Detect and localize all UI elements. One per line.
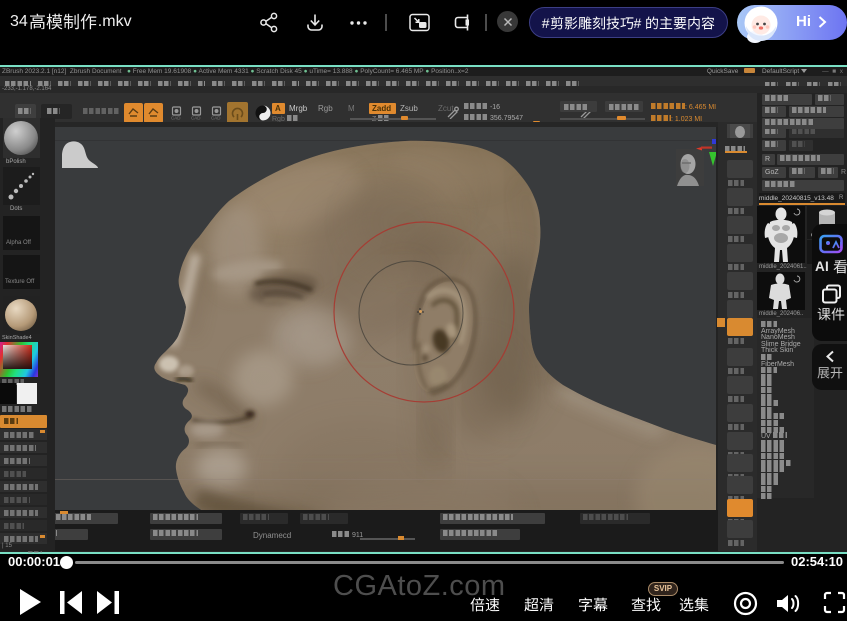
- svg-text:CAD: CAD: [191, 116, 201, 121]
- svg-text:CAD: CAD: [171, 116, 181, 121]
- svg-text:CAD: CAD: [211, 116, 221, 121]
